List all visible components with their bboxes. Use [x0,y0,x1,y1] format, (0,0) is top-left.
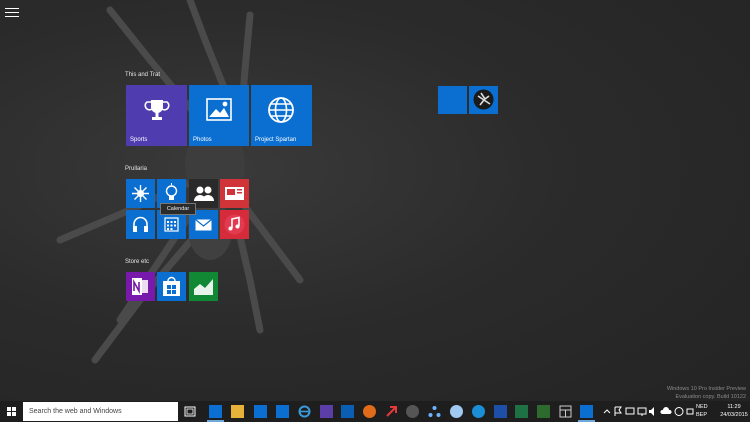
start-menu-toggle-button[interactable] [5,6,19,18]
group-label-store-etc[interactable]: Store etc [125,259,149,265]
input-language-indicator[interactable]: NED BEP [696,403,708,419]
tile-reading-list[interactable] [220,179,249,208]
start-button[interactable] [0,401,23,422]
group-label-prullaria[interactable]: Prullaria [125,166,147,172]
red-arrow-icon [386,406,397,417]
tile-label: Photos [193,137,212,143]
app-icon-green[interactable] [537,405,550,418]
tile-app-blue[interactable] [438,86,467,114]
watermark-line-1: Windows 10 Pro Insider Preview [666,386,746,392]
settings-app-icon[interactable] [320,405,333,418]
network-tray-icon[interactable] [637,406,647,417]
tile-money[interactable] [189,272,218,301]
spider-logo-icon [473,89,494,110]
app-icon-blue-square[interactable] [494,405,507,418]
tile-prullaria-1[interactable] [126,179,155,208]
tile-store[interactable] [157,272,186,301]
tile-photos[interactable]: Photos [189,85,249,146]
app-icon-globe[interactable] [450,405,463,418]
wallpaper-image [56,0,304,364]
taskbar-clock[interactable]: 11:29 24/03/2015 [720,403,748,419]
volume-icon[interactable] [648,406,658,417]
outlook-icon[interactable] [341,405,354,418]
windows-logo-icon [7,407,16,416]
app-icon-orange[interactable] [363,405,376,418]
network-icon [428,406,441,417]
keyboard-tray-icon[interactable] [686,406,694,417]
lightbulb-icon [165,183,178,200]
people-icon [194,186,214,201]
trophy-icon [144,100,170,120]
taskbar: Search the web and Windows NED BEP 11:29… [0,401,750,422]
group-label-this-and-trat[interactable]: This and Trat [125,72,160,78]
task-view-icon[interactable] [184,406,196,417]
file-explorer-icon[interactable] [231,405,244,418]
app-icon-active[interactable] [578,405,595,422]
clock-date: 24/03/2015 [720,412,748,418]
onenote-icon [132,278,148,295]
chart-icon [194,279,213,295]
mail-icon[interactable] [276,405,289,418]
build-watermark: Windows 10 Pro Insider Preview Evaluatio… [667,385,746,401]
hamburger-icon [5,8,19,9]
music-note-icon [224,214,245,235]
show-hidden-icons-chevron-icon[interactable] [603,406,611,417]
calculator-icon[interactable] [559,405,572,418]
photos-icon [206,98,232,121]
taskbar-start-screen-icon[interactable] [207,405,224,422]
tile-onenote[interactable] [126,272,155,301]
app-icon-spider[interactable] [406,405,419,418]
clock-time: 11:29 [727,404,741,410]
flag-icon[interactable] [613,406,623,417]
tile-itunes[interactable] [220,210,249,239]
tile-app-logo[interactable] [469,86,498,114]
store-icon[interactable] [254,405,267,418]
ie-logo-icon [298,405,311,418]
notification-icon[interactable] [625,406,635,417]
language-tray-icon[interactable] [674,406,684,417]
search-input[interactable]: Search the web and Windows [23,402,178,421]
store-bag-icon [163,276,180,296]
tile-label: Sports [130,137,148,143]
watermark-line-2: Evaluation copy. Build 10122 [675,394,746,400]
tile-music[interactable] [126,210,155,239]
reading-list-icon [225,187,244,200]
tile-sports[interactable]: Sports [126,85,187,146]
onedrive-icon[interactable] [660,406,672,417]
app-icon-blue-circle[interactable] [472,405,485,418]
globe-icon [268,97,294,123]
grid-icon [559,405,572,418]
burst-icon [132,185,149,202]
headphones-icon [133,216,148,232]
mail-icon [195,219,212,231]
tooltip-calendar: Calendar [160,203,196,215]
calendar-icon [164,217,179,232]
excel-icon[interactable] [515,405,528,418]
network-app-icon[interactable] [428,405,441,418]
tile-project-spartan[interactable]: Project Spartan [251,85,312,146]
internet-explorer-icon[interactable] [298,405,311,418]
app-icon-red-arrow[interactable] [385,405,398,418]
tile-label: Project Spartan [255,137,297,143]
